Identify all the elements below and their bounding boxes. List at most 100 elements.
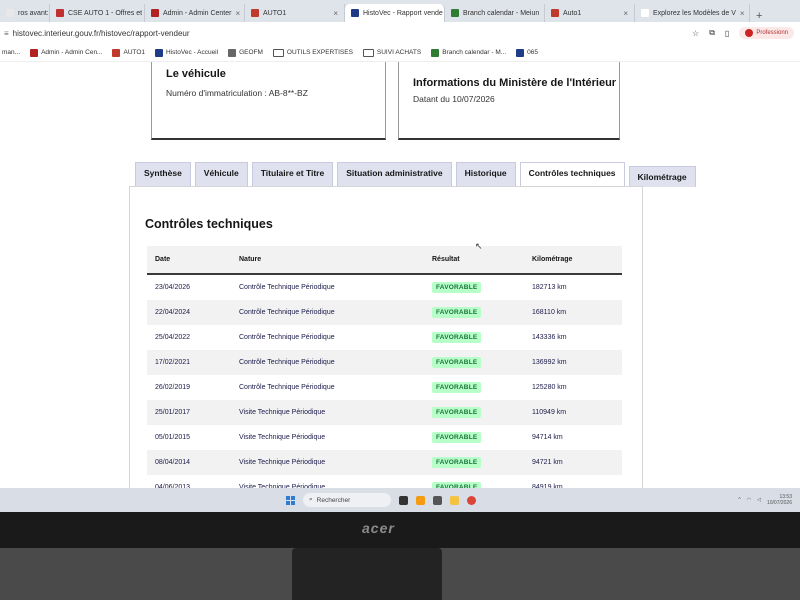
- profile-button[interactable]: Professionn: [739, 27, 794, 39]
- cell-date: 25/04/2022: [155, 334, 191, 341]
- bookmark-item[interactable]: 065: [516, 48, 538, 57]
- cell-result: FAVORABLE: [432, 457, 532, 468]
- browser-tab[interactable]: ros avant:×: [0, 4, 50, 22]
- bookmark-item[interactable]: OUTILS EXPERTISES: [272, 48, 353, 57]
- bookmark-favicon-icon: [228, 48, 237, 57]
- page-content: Le véhicule Numéro d'immatriculation : A…: [0, 62, 800, 488]
- cell-result: FAVORABLE: [432, 407, 532, 418]
- col-date: Date: [155, 256, 171, 263]
- tab-favicon-icon: [6, 9, 14, 17]
- browser-tab-label: HistoVec - Rapport vende: [363, 9, 443, 17]
- bookmark-favicon-icon: [30, 48, 39, 57]
- tab-kilometrage[interactable]: Kilométrage: [628, 166, 696, 187]
- sidebar-icon[interactable]: ▯: [725, 29, 729, 38]
- bookmark-item[interactable]: AUTO1: [112, 48, 145, 57]
- bookmark-favicon-icon: [155, 48, 164, 57]
- bookmark-favicon-icon: [112, 48, 121, 57]
- browser-tab[interactable]: Explorez les Modèles de V ×: [635, 4, 750, 22]
- bookmark-label: SUIVI ACHATS: [376, 49, 422, 56]
- vehicle-card: Le véhicule Numéro d'immatriculation : A…: [151, 62, 386, 140]
- bookmark-label: Admin - Admin Cen...: [41, 49, 103, 56]
- report-tabs: Synthèse Véhicule Titulaire et Titre Situat…: [135, 162, 696, 187]
- cell-nature: Visite Technique Périodique: [239, 434, 326, 441]
- vlc-icon[interactable]: [416, 495, 425, 505]
- task-view-icon[interactable]: [399, 495, 408, 505]
- browser-tab-label: Explorez les Modèles de V: [653, 9, 736, 17]
- close-tab-icon[interactable]: ×: [740, 9, 745, 18]
- site-info-icon[interactable]: ≡: [4, 29, 9, 38]
- cell-result: FAVORABLE: [432, 282, 532, 293]
- close-tab-icon[interactable]: ×: [333, 9, 338, 18]
- cell-nature: Contrôle Technique Périodique: [239, 359, 335, 366]
- cell-date: 23/04/2026: [155, 284, 191, 291]
- mouse-cursor-icon: ↖: [475, 241, 483, 251]
- browser-tab[interactable]: HistoVec - Rapport vende×: [345, 4, 445, 22]
- volume-icon[interactable]: ◁: [757, 497, 761, 503]
- start-icon[interactable]: [286, 495, 295, 505]
- wifi-icon[interactable]: ◠: [747, 497, 751, 503]
- search-placeholder: Rechercher: [316, 496, 351, 504]
- chevron-up-icon[interactable]: ^: [738, 497, 740, 503]
- clock[interactable]: 13:53 10/07/2026: [767, 494, 792, 506]
- table-row: 22/04/2024 Contrôle Technique Périodique F…: [147, 300, 622, 325]
- status-badge: FAVORABLE: [432, 457, 482, 468]
- status-badge: FAVORABLE: [432, 282, 482, 293]
- cell-result: FAVORABLE: [432, 432, 532, 443]
- status-badge: FAVORABLE: [432, 382, 482, 393]
- bookmark-favicon-icon: [431, 48, 440, 57]
- chrome-icon[interactable]: [467, 495, 476, 505]
- bookmark-label: man...: [2, 49, 21, 56]
- bookmark-label: HistoVec - Accueil: [166, 49, 219, 56]
- cell-mileage: 125280 km: [532, 384, 567, 391]
- new-tab-button[interactable]: +: [750, 10, 768, 22]
- browser-tab[interactable]: Branch calendar - Meiun×: [445, 4, 545, 22]
- tab-synthese[interactable]: Synthèse: [135, 162, 191, 187]
- bookmark-label: Branch calendar - M...: [442, 49, 507, 56]
- star-icon[interactable]: ☆: [692, 29, 699, 38]
- calculator-icon[interactable]: [433, 495, 442, 505]
- close-tab-icon[interactable]: ×: [235, 9, 240, 18]
- cell-mileage: 110949 km: [532, 409, 567, 416]
- monitor-stand: [292, 548, 442, 600]
- bookmark-item[interactable]: man...: [2, 49, 20, 56]
- cell-date: 05/01/2015: [155, 434, 191, 441]
- tab-favicon-icon: [151, 9, 159, 17]
- browser-tab-label: CSE AUTO 1 - Offres et re: [68, 9, 145, 17]
- cell-result: FAVORABLE: [432, 332, 532, 343]
- table-row: 25/04/2022 Contrôle Technique Périodique F…: [147, 325, 622, 350]
- browser-tab[interactable]: Auto1 ×: [545, 4, 635, 22]
- bookmark-favicon-icon: [516, 48, 525, 57]
- status-badge: FAVORABLE: [432, 307, 482, 318]
- col-nature: Nature: [239, 256, 262, 263]
- url-field[interactable]: histovec.interieur.gouv.fr/histovec/rapp…: [13, 29, 190, 38]
- browser-tab[interactable]: AUTO1 ×: [245, 4, 345, 22]
- tab-favicon-icon: [641, 9, 649, 17]
- tab-historique[interactable]: Historique: [455, 162, 516, 187]
- status-badge: FAVORABLE: [432, 332, 482, 343]
- close-tab-icon[interactable]: ×: [623, 9, 628, 18]
- bookmark-item[interactable]: Branch calendar - M...: [431, 48, 507, 57]
- cell-result: FAVORABLE: [432, 357, 532, 368]
- tab-controles-techniques[interactable]: Contrôles techniques: [519, 162, 625, 187]
- cell-nature: Contrôle Technique Périodique: [239, 309, 335, 316]
- extensions-icon[interactable]: ⧉: [709, 28, 715, 38]
- bookmark-item[interactable]: SUIVI ACHATS: [362, 48, 422, 57]
- taskbar-search[interactable]: ⌕ Rechercher: [303, 493, 391, 507]
- ministry-card: Informations du Ministère de l'Intérieur…: [398, 62, 620, 140]
- bookmark-label: OUTILS EXPERTISES: [286, 49, 353, 56]
- cell-mileage: 94714 km: [532, 434, 563, 441]
- status-badge: FAVORABLE: [432, 432, 482, 443]
- tab-situation-administrative[interactable]: Situation administrative: [337, 162, 452, 187]
- monitor-bezel: [0, 512, 800, 548]
- bookmark-item[interactable]: HistoVec - Accueil: [155, 48, 219, 57]
- cell-mileage: 168110 km: [532, 309, 567, 316]
- tab-titulaire-et-titre[interactable]: Titulaire et Titre: [251, 162, 334, 187]
- browser-tab[interactable]: CSE AUTO 1 - Offres et re×: [50, 4, 145, 22]
- browser-tab[interactable]: Admin - Admin Center ×: [145, 4, 245, 22]
- bookmark-item[interactable]: GEOFM: [228, 48, 263, 57]
- bookmark-item[interactable]: Admin - Admin Cen...: [30, 48, 103, 57]
- tab-vehicule[interactable]: Véhicule: [194, 162, 248, 187]
- folder-icon: [362, 48, 374, 57]
- file-explorer-icon[interactable]: [450, 495, 459, 505]
- monitor-brand: acer: [362, 520, 395, 536]
